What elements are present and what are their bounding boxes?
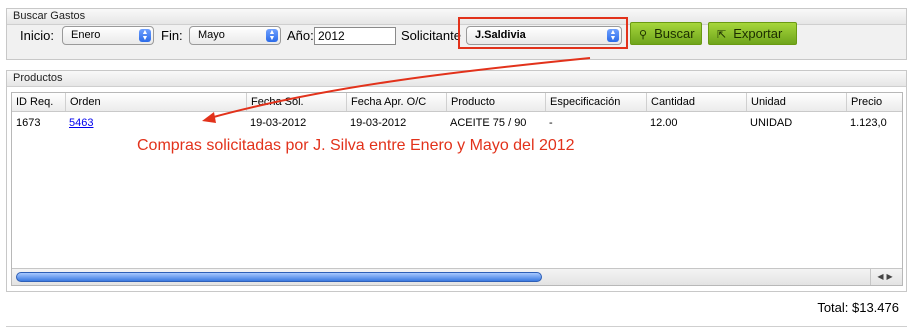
column-header-fecha-sol[interactable]: Fecha Sol. (246, 93, 346, 111)
cell-fecha-sol: 19-03-2012 (250, 117, 307, 129)
cell-producto: ACEITE 75 / 90 (450, 117, 527, 129)
inicio-select[interactable]: Enero ▲ ▼ (62, 26, 154, 45)
solicitante-label: Solicitante (401, 28, 461, 43)
divider (6, 326, 907, 327)
annotation-text: Compras solicitadas por J. Silva entre E… (137, 137, 575, 154)
exportar-button[interactable]: ⇱ Exportar (708, 22, 797, 45)
column-header-orden[interactable]: Orden (65, 93, 246, 111)
fin-select-value: Mayo (198, 29, 225, 41)
cell-especificacion: - (549, 117, 553, 129)
inicio-label: Inicio: (20, 28, 54, 43)
column-header-id-req[interactable]: ID Req. (12, 93, 65, 111)
fin-select[interactable]: Mayo ▲ ▼ (189, 26, 281, 45)
column-header-producto[interactable]: Producto (446, 93, 545, 111)
solicitante-select-value: J.Saldivia (475, 29, 526, 41)
solicitante-select[interactable]: J.Saldivia ▲ ▼ (466, 26, 622, 45)
column-header-precio[interactable]: Precio (846, 93, 902, 111)
horizontal-scrollbar[interactable]: ◀▶ (12, 268, 902, 285)
anio-input[interactable]: 2012 (314, 27, 396, 45)
column-header-unidad[interactable]: Unidad (746, 93, 846, 111)
scrollbar-thumb[interactable] (16, 272, 542, 282)
column-header-cantidad[interactable]: Cantidad (646, 93, 746, 111)
cell-id-req: 1673 (16, 117, 41, 129)
products-panel-title: Productos (7, 71, 906, 87)
inicio-select-value: Enero (71, 29, 101, 41)
products-grid: ID Req. Orden Fecha Sol. Fecha Apr. O/C … (11, 92, 903, 286)
cell-fecha-apr: 19-03-2012 (350, 117, 407, 129)
export-icon: ⇱ (717, 29, 727, 41)
cell-precio: 1.123,0 (850, 117, 887, 129)
buscar-label: Buscar (654, 26, 695, 41)
search-icon: ⚲ (639, 29, 648, 41)
anio-label: Año: (287, 28, 314, 43)
column-header-fecha-apr[interactable]: Fecha Apr. O/C (346, 93, 446, 111)
select-arrows-icon: ▲ ▼ (266, 29, 278, 42)
column-header-especificacion[interactable]: Especificación (545, 93, 646, 111)
fin-label: Fin: (161, 28, 183, 43)
cell-cantidad: 12.00 (650, 117, 678, 129)
orden-link[interactable]: 5463 (69, 117, 93, 129)
exportar-label: Exportar (733, 26, 783, 41)
cell-unidad: UNIDAD (750, 117, 793, 129)
total-label: Total: $13.476 (817, 300, 899, 315)
grid-header: ID Req. Orden Fecha Sol. Fecha Apr. O/C … (12, 93, 902, 112)
products-panel: Productos ID Req. Orden Fecha Sol. Fecha… (6, 70, 907, 292)
cell-orden: 5463 (65, 117, 93, 129)
buscar-button[interactable]: ⚲ Buscar (630, 22, 702, 45)
select-arrows-icon: ▲ ▼ (139, 29, 151, 42)
scroll-arrows-icon[interactable]: ◀▶ (870, 269, 902, 285)
select-arrows-icon: ▲ ▼ (607, 29, 619, 42)
